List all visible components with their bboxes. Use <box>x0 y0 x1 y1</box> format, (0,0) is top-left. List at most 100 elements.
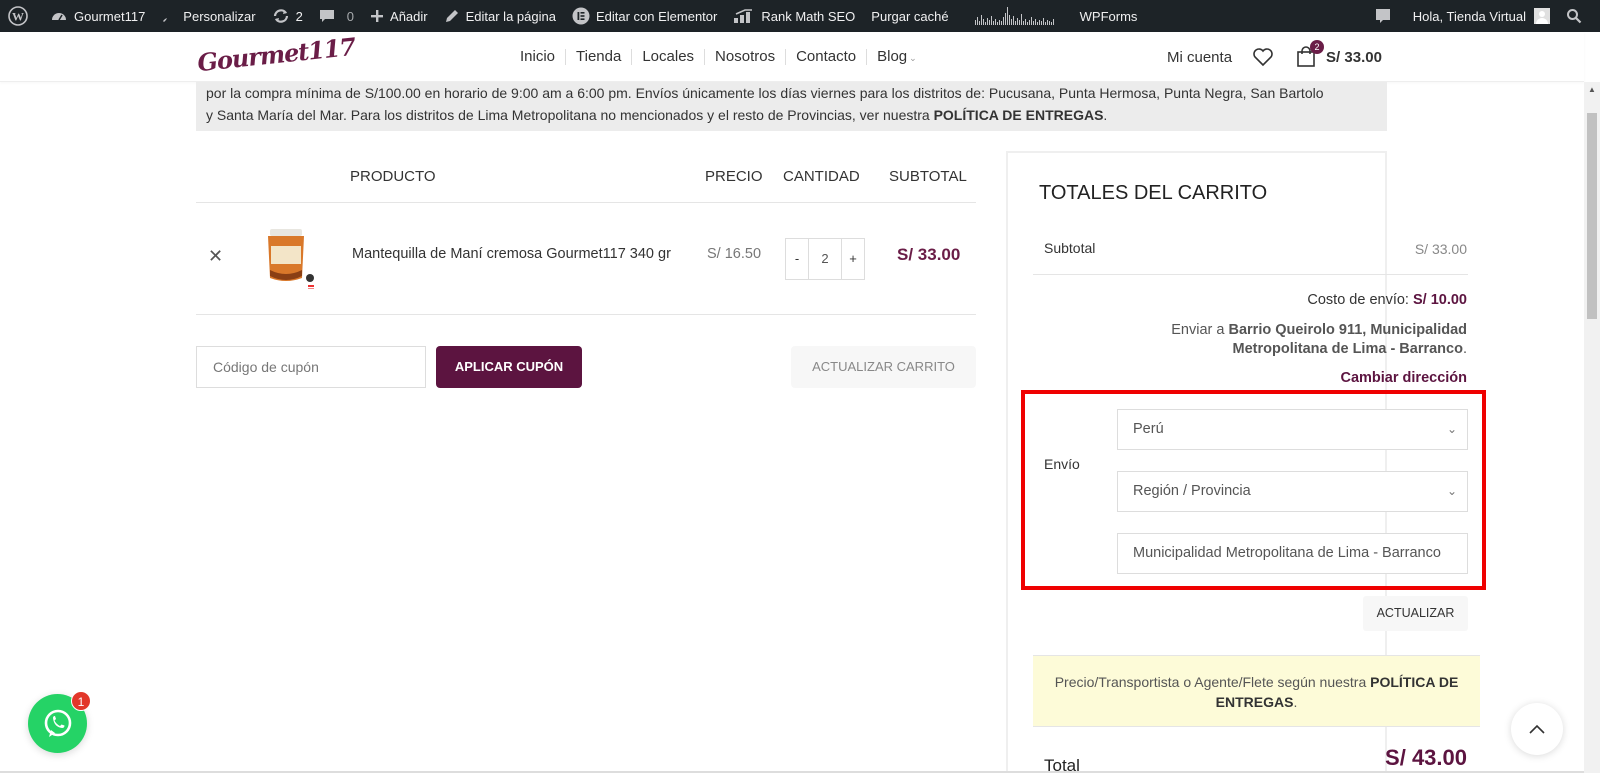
user-avatar-icon <box>1534 8 1550 24</box>
customize-label: Personalizar <box>183 8 256 24</box>
add-new-link[interactable]: Añadir <box>362 0 436 32</box>
notice-line-1: por la compra mínima de S/100.00 en hora… <box>206 85 1324 101</box>
whatsapp-badge: 1 <box>71 691 91 711</box>
wordpress-icon: W <box>8 6 28 26</box>
remove-item-icon[interactable]: ✕ <box>208 246 223 267</box>
header-price: PRECIO <box>705 168 763 185</box>
quantity-stepper: - 2 + <box>785 238 865 280</box>
coupon-input[interactable]: Código de cupón <box>196 346 426 388</box>
scroll-up-arrow-icon[interactable]: ▲ <box>1584 82 1600 98</box>
edit-page-link[interactable]: Editar la página <box>436 0 564 32</box>
account-menu[interactable]: Hola, Tienda Virtual <box>1405 0 1558 32</box>
admin-bar: W Gourmet117 Personalizar 2 0 Añadir Edi… <box>0 0 1600 32</box>
wpforms-label: WPForms <box>1079 8 1138 24</box>
nav-item-blog-wrap[interactable]: Blog ⌄ <box>867 47 927 66</box>
delivery-policy-link[interactable]: POLÍTICA DE ENTREGAS <box>934 107 1104 123</box>
shipping-cost: Costo de envío: S/ 10.00 <box>1307 292 1467 308</box>
subtotal-value: S/ 33.00 <box>1414 241 1467 257</box>
subtotal-label: Subtotal <box>1044 240 1096 256</box>
header-subtotal: SUBTOTAL <box>889 168 967 185</box>
chevron-up-icon <box>1529 724 1545 734</box>
district-select[interactable]: Municipalidad Metropolitana de Lima - Ba… <box>1117 533 1468 574</box>
whatsapp-icon <box>44 709 71 737</box>
nav-item-tienda[interactable]: Tienda <box>566 49 633 65</box>
shipping-cost-value: S/ 10.00 <box>1412 292 1467 308</box>
rank-math-icon <box>734 9 753 23</box>
shipping-destination: Enviar a Barrio Queirolo 911, Municipali… <box>1171 322 1468 357</box>
notice-line-2-text: y Santa María del Mar. Para los distrito… <box>206 107 934 123</box>
ship-to-label: Enviar a <box>1171 322 1229 338</box>
add-new-label: Añadir <box>390 8 428 24</box>
search-icon <box>1567 9 1582 24</box>
cart-totals-title: TOTALES DEL CARRITO <box>1039 182 1268 204</box>
greeting-text: Hola, Tienda Virtual <box>1412 8 1526 24</box>
elementor-link[interactable]: Editar con Elementor <box>564 0 725 32</box>
nav-item-contacto[interactable]: Contacto <box>786 49 868 65</box>
notifications-link[interactable] <box>1367 0 1405 32</box>
rank-math-label: Rank Math SEO <box>761 8 856 24</box>
updates-count: 2 <box>295 8 303 24</box>
purge-cache-link[interactable]: Purgar caché <box>863 0 956 32</box>
product-price: S/ 16.50 <box>707 246 762 262</box>
scrollbar-thumb[interactable] <box>1587 113 1597 319</box>
comments-count: 0 <box>346 8 355 24</box>
change-address-link[interactable]: Cambiar dirección <box>1340 370 1467 386</box>
notification-icon <box>1375 9 1390 23</box>
notice-line-2-end: . <box>1103 107 1108 123</box>
nav-item-blog: Blog <box>877 47 908 65</box>
quantity-increase-button[interactable]: + <box>842 239 864 279</box>
quantity-decrease-button[interactable]: - <box>786 239 808 279</box>
update-shipping-button[interactable]: ACTUALIZAR <box>1363 596 1468 631</box>
region-select[interactable]: Región / Provincia ⌄ <box>1117 471 1468 512</box>
shipping-label: Envío <box>1044 456 1080 472</box>
product-subtotal: S/ 33.00 <box>897 245 961 264</box>
product-image[interactable] <box>254 222 320 292</box>
main-nav: Inicio Tienda Locales Nosotros Contacto … <box>510 32 927 82</box>
svg-text:W: W <box>12 10 24 24</box>
my-account-link[interactable]: Mi cuenta <box>1167 49 1232 66</box>
page-scrollbar[interactable]: ▲ <box>1584 82 1600 773</box>
updates-icon <box>273 9 288 23</box>
ship-to-address: Barrio Queirolo 911, Municipalidad Metro… <box>1228 322 1468 357</box>
site-name: Gourmet117 <box>74 8 146 24</box>
shipping-cost-label: Costo de envío: <box>1307 292 1413 308</box>
wishlist-icon[interactable] <box>1252 47 1274 67</box>
elementor-icon <box>572 7 590 25</box>
site-logo[interactable]: Gourmet117 <box>196 32 357 77</box>
dashboard-icon <box>52 13 66 21</box>
cart-count-badge: 2 <box>1310 40 1325 54</box>
admin-search[interactable] <box>1558 0 1600 32</box>
country-select[interactable]: Perú ⌄ <box>1117 409 1468 450</box>
header-actions: Mi cuenta 2 S/ 33.00 <box>1167 32 1382 82</box>
nav-item-inicio[interactable]: Inicio <box>510 49 567 65</box>
cart-total-header: S/ 33.00 <box>1326 48 1382 66</box>
comments-link[interactable]: 0 <box>311 0 362 32</box>
policy-text: Precio/Transportista o Agente/Flete segú… <box>1054 674 1371 690</box>
scroll-to-top-button[interactable] <box>1511 703 1563 755</box>
delivery-policy-notice: Precio/Transportista o Agente/Flete segú… <box>1033 655 1480 727</box>
header-product: PRODUCTO <box>350 168 436 185</box>
apply-coupon-button[interactable]: APLICAR CUPÓN <box>436 346 582 388</box>
quantity-input[interactable]: 2 <box>808 239 842 279</box>
policy-text-end: . <box>1293 694 1298 710</box>
elementor-label: Editar con Elementor <box>595 8 718 24</box>
chevron-down-icon: ⌄ <box>1446 484 1457 498</box>
nav-item-nosotros[interactable]: Nosotros <box>705 49 787 65</box>
region-placeholder: Región / Provincia <box>1133 483 1251 499</box>
wordpress-logo[interactable]: W <box>0 0 42 32</box>
avatar <box>1534 8 1550 24</box>
delivery-notice: por la compra mínima de S/100.00 en hora… <box>196 82 1387 131</box>
product-name-link[interactable]: Mantequilla de Maní cremosa Gourmet117 3… <box>352 246 671 262</box>
rank-math-link[interactable]: Rank Math SEO <box>725 0 863 32</box>
wpforms-link[interactable]: WPForms <box>1072 0 1146 32</box>
pencil-icon <box>445 10 458 22</box>
site-name-link[interactable]: Gourmet117 <box>42 0 153 32</box>
edit-page-label: Editar la página <box>465 8 556 24</box>
chevron-down-icon: ⌄ <box>909 52 917 63</box>
nav-item-locales[interactable]: Locales <box>632 49 706 65</box>
cart-link[interactable]: 2 S/ 33.00 <box>1296 40 1382 68</box>
updates-link[interactable]: 2 <box>264 0 311 32</box>
purge-cache-label: Purgar caché <box>871 8 949 24</box>
update-cart-button[interactable]: ACTUALIZAR CARRITO <box>791 346 976 388</box>
customize-link[interactable]: Personalizar <box>153 0 263 32</box>
